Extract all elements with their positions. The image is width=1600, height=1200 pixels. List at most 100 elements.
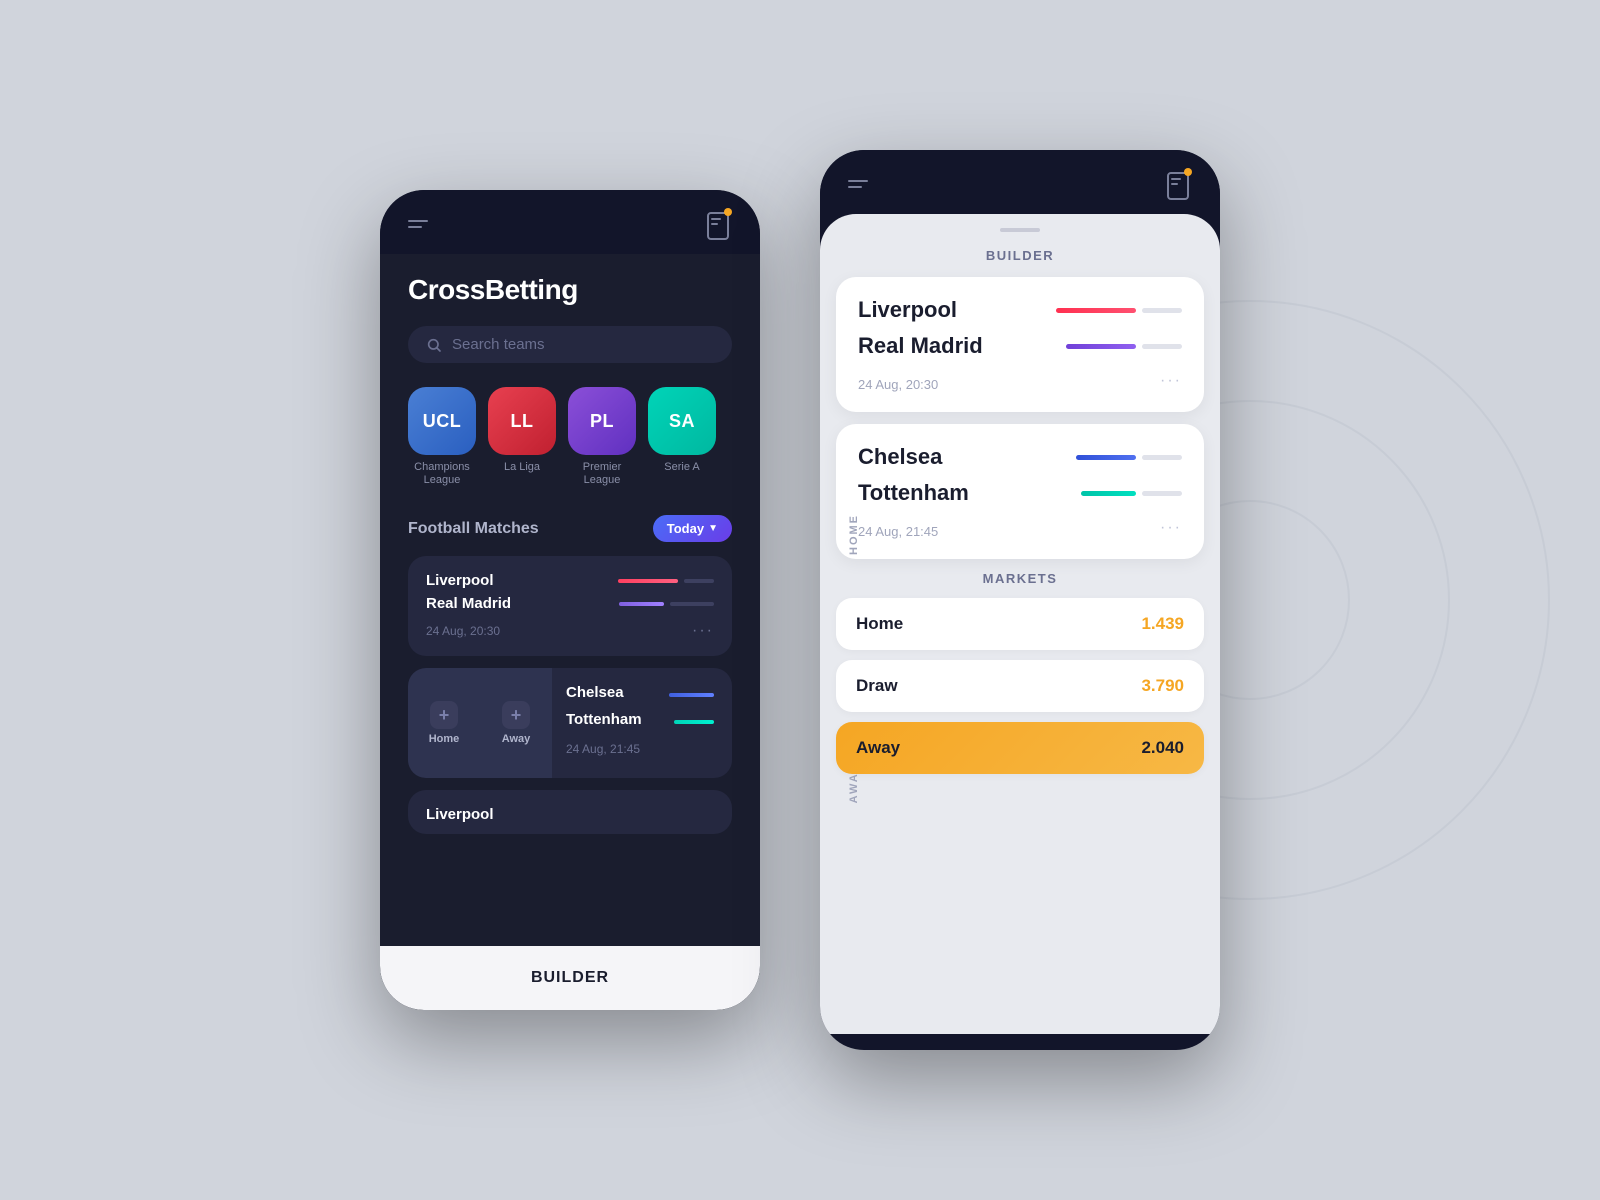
swipe-home-button[interactable]: + Home: [408, 668, 480, 778]
home-side-label: HOME: [848, 514, 860, 555]
league-pl[interactable]: PL PremierLeague: [568, 387, 636, 487]
detail-team2-name: Real Madrid: [858, 333, 983, 359]
team1-name-2: Chelsea: [566, 684, 624, 701]
leagues-row: UCL ChampionsLeague LL La Liga PL Premie…: [408, 387, 732, 487]
match-row-2-team1: Chelsea: [566, 684, 714, 705]
detail-match-date-2: 24 Aug, 21:45: [858, 524, 938, 539]
league-badge-ll: LL: [488, 387, 556, 455]
odds-bar-3: [669, 693, 714, 697]
light-phone-content: BUILDER HOME Liverpool Real Madrid: [820, 214, 1220, 1050]
today-filter-button[interactable]: Today ▼: [653, 515, 732, 542]
dark-phone-header: [380, 190, 760, 254]
market-row-draw[interactable]: Draw 3.790: [836, 660, 1204, 712]
odds-bar-4: [674, 720, 714, 724]
detail-bar-bg-3: [1142, 455, 1182, 460]
market-odds-away: 2.040: [1141, 738, 1184, 758]
app-title: CrossBetting: [408, 274, 732, 306]
swipe-home-label: Home: [429, 733, 460, 745]
match-row-2-team2: Tottenham: [566, 711, 714, 732]
match-card-1[interactable]: Liverpool Real Madrid 24 Aug, 20:30 ··: [408, 556, 732, 656]
match-card-2-content: Chelsea Tottenham 24 Aug, 21:45: [552, 668, 732, 778]
today-filter-label: Today: [667, 521, 704, 536]
markets-section-title: MARKETS: [836, 571, 1204, 586]
team1-bar: [618, 579, 678, 583]
league-ucl[interactable]: UCL ChampionsLeague: [408, 387, 476, 487]
detail-match-footer-1: 24 Aug, 20:30 ···: [858, 369, 1182, 392]
detail-team1-row: Liverpool: [858, 297, 1182, 323]
team2-name: Real Madrid: [426, 595, 511, 612]
league-ll[interactable]: LL La Liga: [488, 387, 556, 487]
league-name-ucl: ChampionsLeague: [414, 461, 470, 487]
team2-bar-2: [674, 720, 714, 724]
light-phone-header: [820, 150, 1220, 214]
phone-dark: CrossBetting Search teams UCL ChampionsL…: [380, 190, 760, 1010]
detail-team1-bars: [1056, 308, 1182, 313]
odds-bar-2: [619, 602, 714, 606]
detail-bar-blue: [1076, 455, 1136, 460]
league-name-pl: PremierLeague: [583, 461, 622, 487]
market-label-away: Away: [856, 738, 900, 758]
match-card-3-peek: Liverpool: [408, 790, 732, 834]
match-detail-card-1[interactable]: Liverpool Real Madrid: [836, 277, 1204, 412]
team2-bar: [619, 602, 664, 606]
matches-section-header: Football Matches Today ▼: [408, 515, 732, 542]
search-placeholder: Search teams: [452, 336, 545, 353]
match-row-1-team1: Liverpool: [426, 572, 714, 589]
betslip-icon[interactable]: [704, 208, 732, 240]
add-away-icon: +: [502, 701, 530, 729]
market-row-home[interactable]: Home 1.439: [836, 598, 1204, 650]
phone-light: BUILDER HOME Liverpool Real Madrid: [820, 150, 1220, 1050]
detail-team3-name: Chelsea: [858, 444, 942, 470]
team2-name-2: Tottenham: [566, 711, 642, 728]
team1-name: Liverpool: [426, 572, 494, 589]
detail-team4-name: Tottenham: [858, 480, 969, 506]
detail-bar-bg-4: [1142, 491, 1182, 496]
match-date-1: 24 Aug, 20:30: [426, 624, 500, 638]
detail-options-icon-1[interactable]: ···: [1160, 372, 1182, 390]
match-detail-card-2[interactable]: Chelsea Tottenham 24: [836, 424, 1204, 559]
team1-bar-bg: [684, 579, 714, 583]
match-options-icon[interactable]: ···: [692, 622, 714, 640]
detail-match-date-1: 24 Aug, 20:30: [858, 377, 938, 392]
team2-bar-bg: [670, 602, 714, 606]
phones-container: CrossBetting Search teams UCL ChampionsL…: [380, 150, 1220, 1050]
chevron-down-icon: ▼: [708, 523, 718, 534]
search-icon: [426, 337, 442, 353]
sheet-handle: [1000, 228, 1040, 232]
hamburger-icon[interactable]: [408, 220, 428, 228]
dark-phone-bottom-bar[interactable]: BUILDER: [380, 946, 760, 1010]
swipe-actions: + Home + Away: [408, 668, 552, 778]
hamburger-icon-2[interactable]: [848, 180, 868, 188]
match-date-2: 24 Aug, 21:45: [566, 742, 640, 756]
market-label-draw: Draw: [856, 676, 898, 696]
detail-match-footer-2: 24 Aug, 21:45 ···: [858, 516, 1182, 539]
detail-bar-red: [1056, 308, 1136, 313]
detail-bar-purple: [1066, 344, 1136, 349]
detail-team3-bars: [1076, 455, 1182, 460]
detail-team4-bars: [1081, 491, 1182, 496]
team1-name-3: Liverpool: [426, 806, 494, 823]
detail-team4-row: Tottenham: [858, 480, 1182, 506]
match-row-1-team2: Real Madrid: [426, 595, 714, 612]
league-badge-pl: PL: [568, 387, 636, 455]
league-sa[interactable]: SA Serie A: [648, 387, 716, 487]
section-title: Football Matches: [408, 520, 539, 538]
league-badge-ucl: UCL: [408, 387, 476, 455]
search-bar[interactable]: Search teams: [408, 326, 732, 363]
detail-bar-teal: [1081, 491, 1136, 496]
detail-team2-bars: [1066, 344, 1182, 349]
detail-bar-bg-2: [1142, 344, 1182, 349]
detail-bar-bg-1: [1142, 308, 1182, 313]
dark-phone-content: CrossBetting Search teams UCL ChampionsL…: [380, 254, 760, 948]
market-label-home: Home: [856, 614, 903, 634]
match-footer-2: 24 Aug, 21:45: [566, 742, 714, 756]
market-row-away[interactable]: Away 2.040: [836, 722, 1204, 774]
swipe-away-button[interactable]: + Away: [480, 668, 552, 778]
match-card-2[interactable]: + Home + Away Chelsea: [408, 668, 732, 778]
market-odds-draw: 3.790: [1141, 676, 1184, 696]
detail-options-icon-2[interactable]: ···: [1160, 519, 1182, 537]
builder-button-label: BUILDER: [531, 969, 609, 987]
league-badge-sa: SA: [648, 387, 716, 455]
betslip-icon-2[interactable]: [1164, 168, 1192, 200]
team1-bar-2: [669, 693, 714, 697]
